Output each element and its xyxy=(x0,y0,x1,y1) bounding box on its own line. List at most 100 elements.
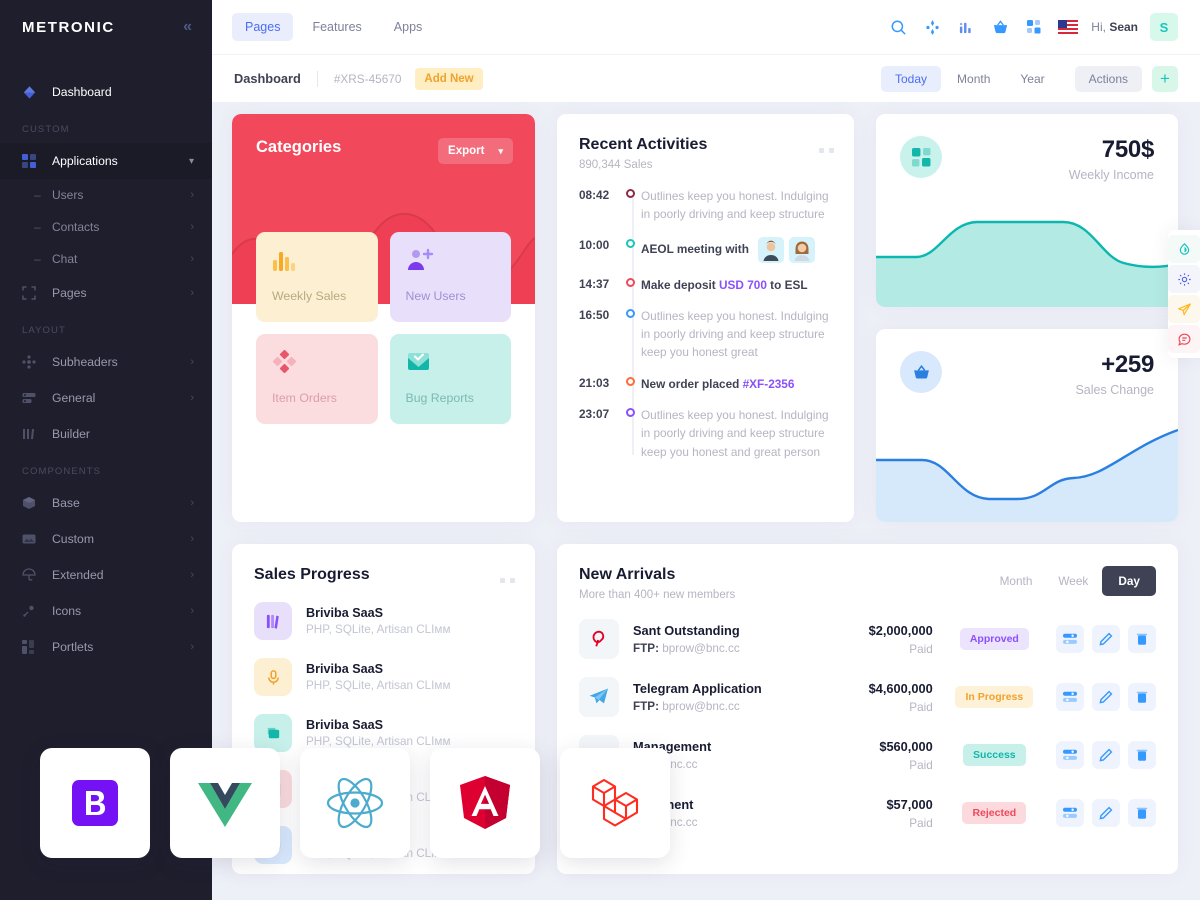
trash-icon[interactable] xyxy=(1128,683,1156,711)
actions-button[interactable]: Actions xyxy=(1074,65,1142,92)
tile-label: Item Orders xyxy=(272,391,337,405)
activity-text: Outlines keep you honest. Indulging in p… xyxy=(641,189,829,222)
avatar[interactable] xyxy=(789,236,816,263)
react-logo[interactable] xyxy=(300,748,410,858)
topbar-tabs: Pages Features Apps xyxy=(232,13,435,41)
tile-new-users[interactable]: New Users xyxy=(389,232,511,322)
sidebar-item-applications[interactable]: Applications ▾ xyxy=(0,143,212,179)
tab-pages[interactable]: Pages xyxy=(232,13,294,41)
sidebar-item-chat[interactable]: – Chat › xyxy=(0,243,212,275)
filter-today[interactable]: Today xyxy=(881,65,942,92)
sidebar-item-general[interactable]: General › xyxy=(0,380,212,416)
card-title: Recent Activities xyxy=(579,136,708,153)
list-item[interactable]: Briviba SaaS PHP, SQLite, Artisan CLIмм xyxy=(254,714,515,752)
edit-pencil-icon[interactable] xyxy=(1092,799,1120,827)
settings-list-icon[interactable] xyxy=(1056,799,1084,827)
dash-icon: – xyxy=(34,252,41,266)
settings-list-icon[interactable] xyxy=(1056,625,1084,653)
sidebar-section-layout: LAYOUT xyxy=(22,325,66,336)
chat-icon[interactable] xyxy=(1168,325,1200,353)
plus-icon[interactable]: + xyxy=(1152,65,1178,92)
tile-label: New Users xyxy=(405,289,466,303)
trash-icon[interactable] xyxy=(1128,625,1156,653)
sidebar-item-contacts[interactable]: – Contacts › xyxy=(0,211,212,243)
sidebar-item-label: Chat xyxy=(52,252,78,266)
filter-year[interactable]: Year xyxy=(1006,66,1058,92)
bootstrap-logo[interactable] xyxy=(40,748,150,858)
chevron-right-icon: › xyxy=(190,532,194,545)
activity-time: 08:42 xyxy=(579,188,610,202)
activity-timeline: 08:42 Outlines keep you honest. Indulgin… xyxy=(579,187,834,461)
tab-features[interactable]: Features xyxy=(299,13,374,41)
sidebar-item-base[interactable]: Base › xyxy=(0,485,212,521)
telegram-icon xyxy=(579,677,619,717)
tile-weekly-sales[interactable]: Weekly Sales xyxy=(256,232,378,322)
dots-icon[interactable] xyxy=(500,578,515,583)
tile-bug-reports[interactable]: Bug Reports xyxy=(389,334,511,424)
frame-icon xyxy=(22,286,44,300)
tab-month[interactable]: Month xyxy=(988,566,1045,596)
timeline-dot-icon xyxy=(625,376,635,386)
sidebar-item-dashboard[interactable]: Dashboard xyxy=(0,74,212,110)
edit-pencil-icon[interactable] xyxy=(1092,625,1120,653)
grid-squares-icon xyxy=(900,136,942,178)
settings-list-icon[interactable] xyxy=(1056,683,1084,711)
trash-icon[interactable] xyxy=(1128,741,1156,769)
avatar[interactable]: S xyxy=(1150,13,1178,41)
activity-link[interactable]: #XF-2356 xyxy=(743,377,795,391)
list-item[interactable]: Briviba SaaS PHP, SQLite, Artisan CLIмм xyxy=(254,658,515,696)
books-icon xyxy=(254,602,292,640)
dots-icon[interactable] xyxy=(819,148,834,153)
search-icon[interactable] xyxy=(883,12,913,42)
tab-week[interactable]: Week xyxy=(1046,566,1100,596)
add-new-badge[interactable]: Add New xyxy=(415,67,483,90)
send-icon[interactable] xyxy=(1168,295,1200,323)
activity-text: Outlines keep you honest. Indulging in p… xyxy=(641,407,829,459)
sidebar-item-subheaders[interactable]: Subheaders › xyxy=(0,344,212,380)
card-title: New Arrivals xyxy=(579,566,676,583)
float-toolbar xyxy=(1168,230,1200,358)
ticket-id: #XRS-45670 xyxy=(333,71,402,86)
edit-pencil-icon[interactable] xyxy=(1092,683,1120,711)
sidebar-item-custom[interactable]: Custom › xyxy=(0,521,212,557)
status-badge: In Progress xyxy=(955,686,1034,708)
export-button[interactable]: Export ▾ xyxy=(438,138,513,164)
sidebar-item-icons[interactable]: Icons › xyxy=(0,593,212,629)
sidebar-item-builder[interactable]: Builder xyxy=(0,416,212,452)
card-title: Sales Progress xyxy=(254,566,370,583)
edit-pencil-icon[interactable] xyxy=(1092,741,1120,769)
us-flag-icon[interactable] xyxy=(1053,12,1083,42)
pin-icon[interactable] xyxy=(917,12,947,42)
basket-icon[interactable] xyxy=(985,12,1015,42)
chevron-right-icon: › xyxy=(190,355,194,368)
framework-logos xyxy=(40,748,670,858)
avatar[interactable] xyxy=(758,236,785,263)
tile-item-orders[interactable]: Item Orders xyxy=(256,334,378,424)
tab-apps[interactable]: Apps xyxy=(381,13,436,41)
chevrons-left-icon[interactable]: « xyxy=(183,19,192,35)
sparkle-icon xyxy=(22,604,44,618)
droplet-icon[interactable] xyxy=(1168,235,1200,263)
chevron-down-icon: ▾ xyxy=(188,155,194,167)
activity-label: New order placed xyxy=(641,376,743,391)
sidebar-item-users[interactable]: – Users › xyxy=(0,179,212,211)
bar-chart-icon[interactable] xyxy=(951,12,981,42)
grid-squares-icon[interactable] xyxy=(1019,12,1049,42)
sidebar-item-pages[interactable]: Pages › xyxy=(0,275,212,311)
sidebar-item-portlets[interactable]: Portlets › xyxy=(0,629,212,665)
laravel-logo[interactable] xyxy=(560,748,670,858)
settings-list-icon[interactable] xyxy=(1056,741,1084,769)
activity-item: 23:07 Outlines keep you honest. Indulgin… xyxy=(579,406,834,461)
activity-link[interactable]: USD 700 xyxy=(719,278,767,292)
list-item[interactable]: Briviba SaaS PHP, SQLite, Artisan CLIмм xyxy=(254,602,515,640)
activity-text: Make deposit USD 700 to ESL xyxy=(641,276,810,294)
trash-icon[interactable] xyxy=(1128,799,1156,827)
sidebar-item-label: Users xyxy=(52,188,84,202)
sidebar-item-extended[interactable]: Extended › xyxy=(0,557,212,593)
angular-logo[interactable] xyxy=(430,748,540,858)
vue-logo[interactable] xyxy=(170,748,280,858)
layout-icon xyxy=(22,640,44,654)
gear-icon[interactable] xyxy=(1168,265,1200,293)
tab-day[interactable]: Day xyxy=(1102,566,1156,596)
filter-month[interactable]: Month xyxy=(943,66,1004,92)
